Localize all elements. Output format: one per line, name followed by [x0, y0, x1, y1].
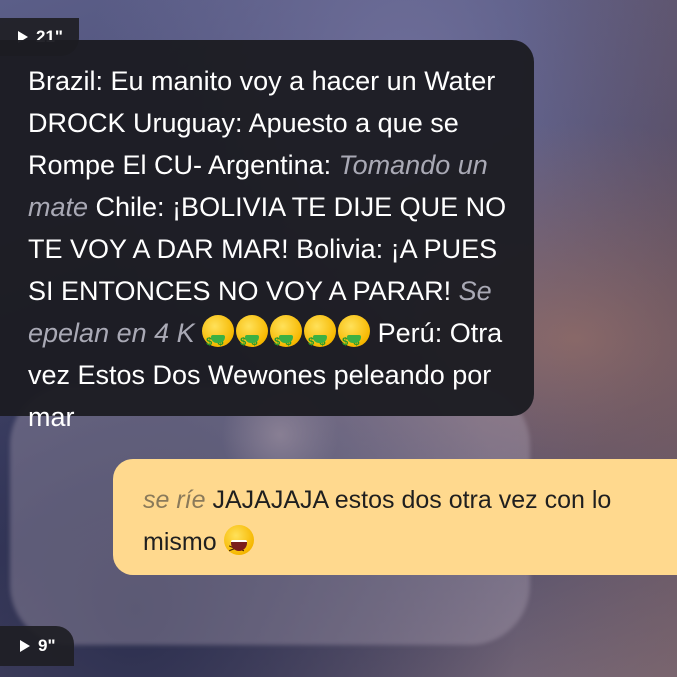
grinning-squinting-face-icon	[223, 525, 254, 570]
voice-message-button[interactable]: 9"	[0, 626, 74, 666]
outgoing-message-bubble[interactable]: se ríe JAJAJAJA estos dos otra vez con l…	[113, 459, 677, 575]
message-text: JAJAJAJA estos dos otra vez con lo mismo	[143, 486, 612, 556]
money-mouth-face-icon	[338, 315, 371, 363]
incoming-message-bubble[interactable]: Brazil: Eu manito voy a hacer un Water D…	[0, 40, 534, 432]
voice-duration: 9"	[38, 636, 56, 655]
message-action-text: se ríe	[143, 486, 206, 514]
play-icon	[20, 640, 30, 652]
message-text: Chile: ¡BOLIVIA TE DIJE QUE NO TE VOY A …	[28, 192, 507, 306]
money-mouth-face-icon	[236, 315, 269, 363]
money-mouth-face-icon	[202, 315, 235, 363]
money-mouth-face-icon	[270, 315, 303, 363]
background-shade	[517, 0, 677, 677]
emoji-row	[202, 315, 371, 363]
money-mouth-face-icon	[304, 315, 337, 363]
